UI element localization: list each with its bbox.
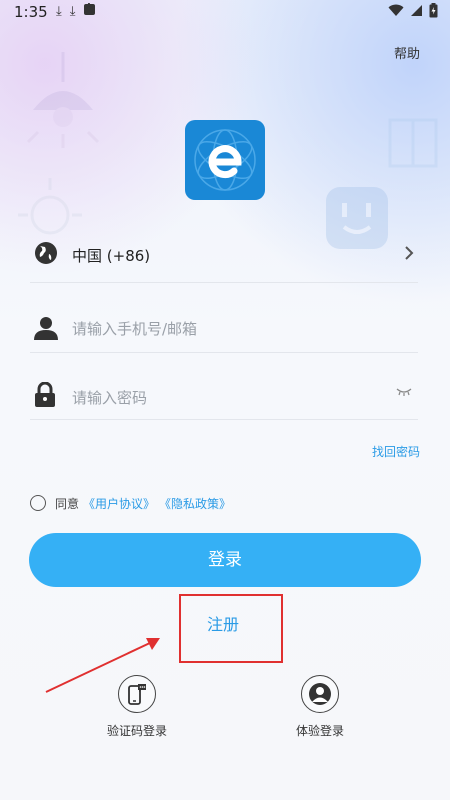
lock-icon	[35, 382, 55, 407]
chevron-right-icon	[405, 246, 414, 260]
country-value: 中国 (+86)	[72, 247, 151, 265]
password-input[interactable]: 请输入密码	[30, 373, 418, 420]
trial-login-icon-circle	[301, 675, 339, 713]
user-agreement-link[interactable]: 《用户协议》	[83, 495, 155, 512]
user-icon	[309, 683, 331, 705]
system-icons	[388, 3, 438, 18]
lamp-decoration-icon	[26, 52, 100, 148]
logo-e-icon	[194, 129, 256, 191]
sms-phone-icon	[128, 684, 146, 705]
eye-closed-icon[interactable]	[396, 387, 412, 397]
battery-icon	[429, 3, 438, 18]
sms-login-icon-circle	[118, 675, 156, 713]
account-placeholder: 请输入手机号/邮箱	[72, 320, 198, 338]
privacy-policy-link[interactable]: 《隐私政策》	[159, 495, 231, 512]
globe-icon	[35, 242, 57, 264]
window-decoration-icon	[388, 118, 438, 168]
status-time: 1:35	[14, 3, 48, 21]
login-button[interactable]: 登录	[29, 533, 421, 587]
country-selector[interactable]: 中国 (+86)	[30, 236, 418, 283]
agreement-row: 同意 《用户协议》 《隐私政策》	[30, 492, 235, 514]
sms-login-label: 验证码登录	[106, 724, 167, 738]
trial-login-button[interactable]: 体验登录	[270, 675, 370, 739]
account-input[interactable]: 请输入手机号/邮箱	[30, 306, 418, 353]
notification-icons: ⤓ ⤓ A	[56, 2, 95, 19]
agree-label: 同意	[55, 496, 80, 511]
user-icon	[34, 317, 58, 340]
forgot-password-link[interactable]: 找回密码	[372, 443, 420, 460]
trial-login-label: 体验登录	[295, 724, 344, 738]
highlight-box	[179, 594, 283, 663]
wifi-icon	[388, 4, 404, 16]
download-icon: ⤓	[69, 4, 76, 19]
password-placeholder: 请输入密码	[72, 389, 148, 407]
sms-login-button[interactable]: 验证码登录	[87, 675, 187, 739]
agree-checkbox[interactable]	[30, 495, 46, 511]
download-icon: ⤓	[56, 4, 62, 19]
a-notification-icon: A	[83, 2, 95, 17]
app-logo	[185, 120, 265, 200]
status-bar: 1:35 ⤓ ⤓ A	[0, 0, 450, 24]
signal-icon	[411, 5, 422, 16]
help-link[interactable]: 帮助	[394, 43, 420, 62]
